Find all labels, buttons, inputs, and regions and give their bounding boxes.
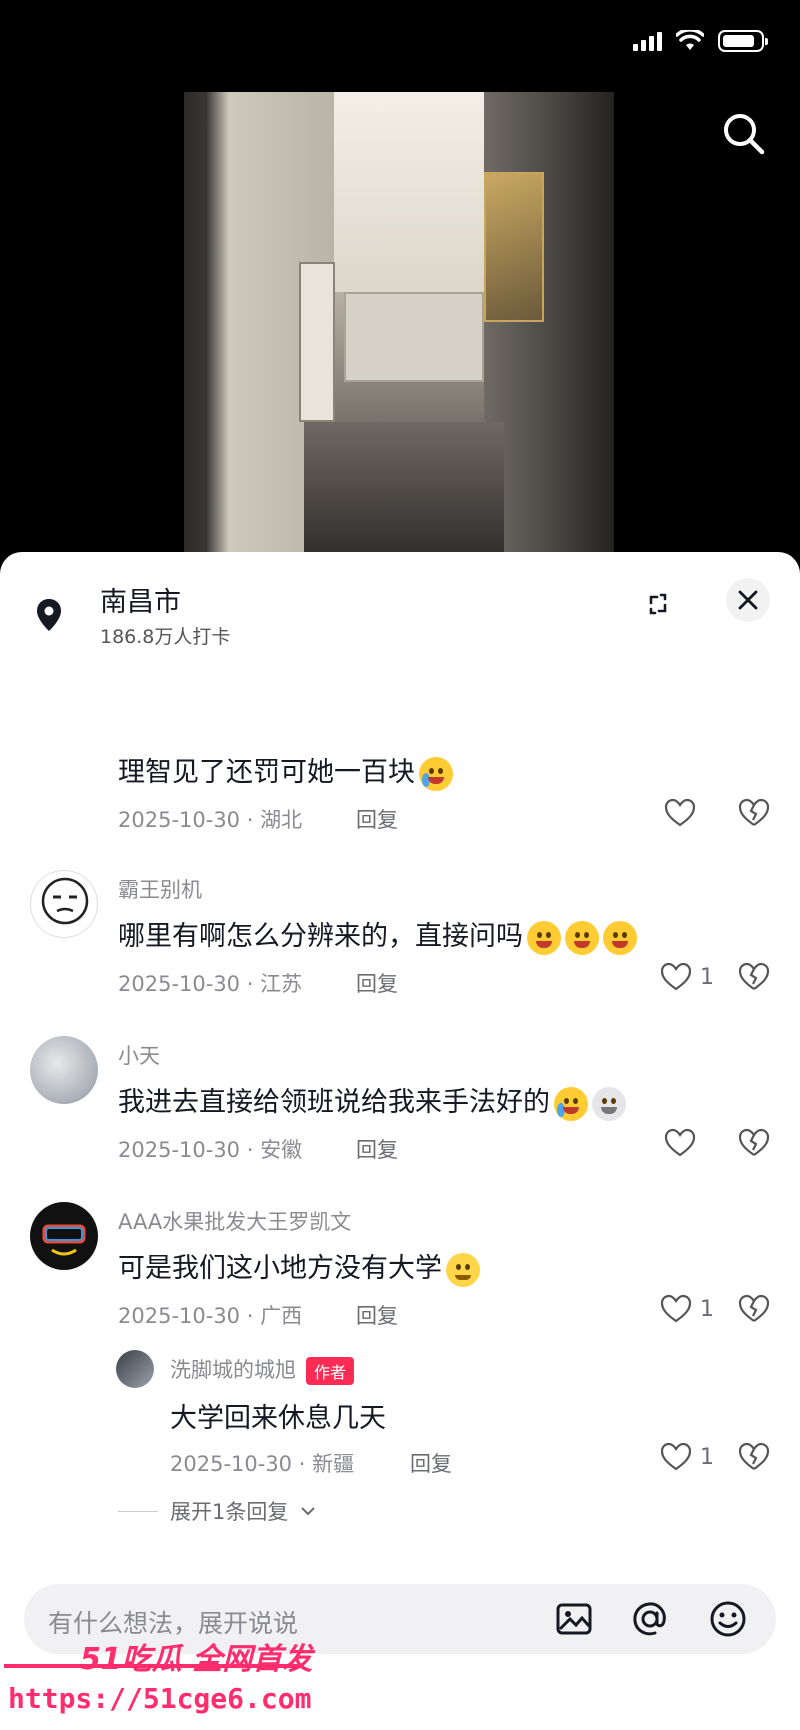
avatar[interactable] [30,870,98,938]
location-name[interactable]: 南昌市 [100,580,181,619]
broken-heart-icon[interactable] [738,1128,770,1158]
status-bar [633,30,768,52]
heart-icon [664,798,696,827]
heart-icon [660,1442,692,1471]
wifi-icon [676,30,704,50]
like-count: 1 [700,1444,714,1470]
mention-icon[interactable] [630,1599,670,1639]
avatar[interactable] [30,1202,98,1270]
broken-heart-icon[interactable] [738,1442,770,1472]
reply-button[interactable]: 回复 [356,1134,398,1164]
close-icon[interactable] [726,578,770,622]
reply-meta: 2025-10-30 · 新疆 [170,1452,355,1476]
like-button[interactable]: 1 [660,1442,714,1472]
comment-text: 我进去直接给领班说给我来手法好的 [118,1080,626,1121]
grin-emoji-icon [603,920,637,955]
heart-icon [660,1294,692,1323]
comment-username[interactable]: AAA水果批发大王罗凯文 [118,1206,351,1236]
comment-username[interactable]: 小天 [118,1040,160,1070]
comment-meta: 2025-10-30 · 广西 [118,1304,303,1328]
cry-emoji-icon [419,756,453,791]
watermark-logo: 51吃瓜 全网首发 [80,1642,313,1677]
reply-button[interactable]: 回复 [356,804,398,834]
comment-meta: 2025-10-30 · 安徽 [118,1138,303,1162]
like-button[interactable] [664,1128,696,1158]
watermark-url: https://51cge6.com [8,1682,312,1715]
location-pin-icon [37,599,61,631]
author-badge: 作者 [306,1357,355,1385]
comment-sheet: 南昌市 186.8万人打卡 理智见了还罚可她一百块 2025-10-30 · 湖… [0,552,800,1730]
chevron-down-icon [301,1507,316,1516]
expand-replies-label: 展开1条回复 [170,1500,289,1524]
comment-text: 可是我们这小地方没有大学 [118,1246,480,1287]
heart-icon [660,962,692,991]
checkin-count: 186.8万人打卡 [100,626,231,648]
grin-emoji-icon [527,920,561,955]
expand-replies-button[interactable]: 展开1条回复 [118,1496,316,1526]
video-frame[interactable] [184,92,614,562]
battery-icon [718,30,768,52]
expand-icon[interactable] [636,582,680,626]
search-icon[interactable] [720,110,768,158]
location-header: 南昌市 186.8万人打卡 [0,552,800,672]
heart-icon [664,1128,696,1157]
reply-button[interactable]: 回复 [356,1300,398,1330]
broken-heart-icon[interactable] [738,962,770,992]
comment-meta: 2025-10-30 · 江苏 [118,972,303,996]
broken-heart-icon[interactable] [738,798,770,828]
comment-username[interactable]: 霸王别机 [118,874,202,904]
reply-button[interactable]: 回复 [356,968,398,998]
image-icon[interactable] [554,1599,594,1639]
like-button[interactable]: 1 [660,962,714,992]
avatar[interactable] [30,1036,98,1104]
signal-icon [633,31,662,51]
reply-text: 大学回来休息几天 [170,1403,386,1434]
comment-meta: 2025-10-30 · 湖北 [118,808,303,832]
reply-username[interactable]: 洗脚城的城旭 作者 [170,1354,355,1385]
emoji-icon[interactable] [708,1599,748,1639]
like-button[interactable]: 1 [660,1294,714,1324]
reply-button[interactable]: 回复 [410,1448,452,1478]
cry-emoji-icon [554,1086,588,1121]
cat-emoji-icon [592,1086,626,1121]
like-count: 1 [700,1296,714,1322]
broken-heart-icon[interactable] [738,1294,770,1324]
like-count: 1 [700,964,714,990]
comment-text: 哪里有啊怎么分辨来的，直接问吗 [118,914,637,955]
tearful-emoji-icon [446,1252,480,1287]
like-button[interactable] [664,798,696,828]
grin-emoji-icon [565,920,599,955]
avatar[interactable] [116,1350,154,1388]
comment-text: 理智见了还罚可她一百块 [118,750,453,791]
